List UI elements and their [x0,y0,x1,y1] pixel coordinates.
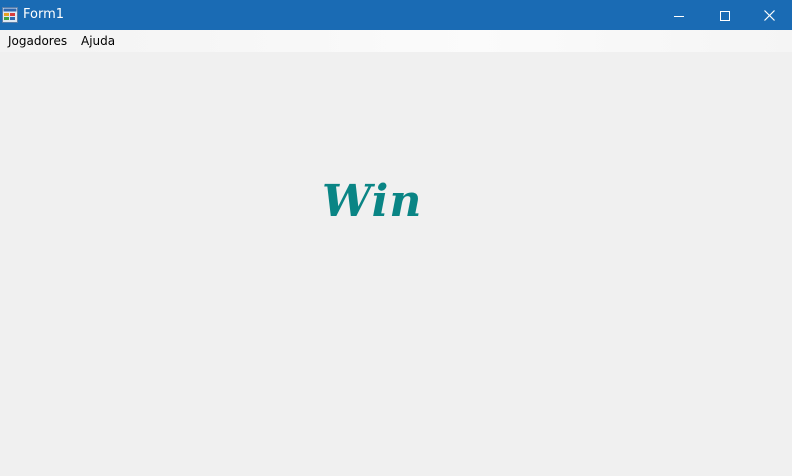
menu-item-ajuda[interactable]: Ajuda [75,30,121,52]
title-bar[interactable]: Form1 [0,0,792,30]
window-title: Form1 [23,7,65,22]
minimize-icon [674,6,684,25]
app-window: Form1 Jogadores Ajuda Win [0,0,792,476]
menu-bar: Jogadores Ajuda [0,30,792,52]
maximize-icon [720,6,730,25]
close-button[interactable] [746,0,792,30]
form-app-icon[interactable] [2,7,18,23]
result-label: Win [322,176,423,227]
close-icon [763,6,775,25]
maximize-button[interactable] [702,0,748,30]
menu-item-jogadores[interactable]: Jogadores [2,30,73,52]
minimize-button[interactable] [656,0,702,30]
